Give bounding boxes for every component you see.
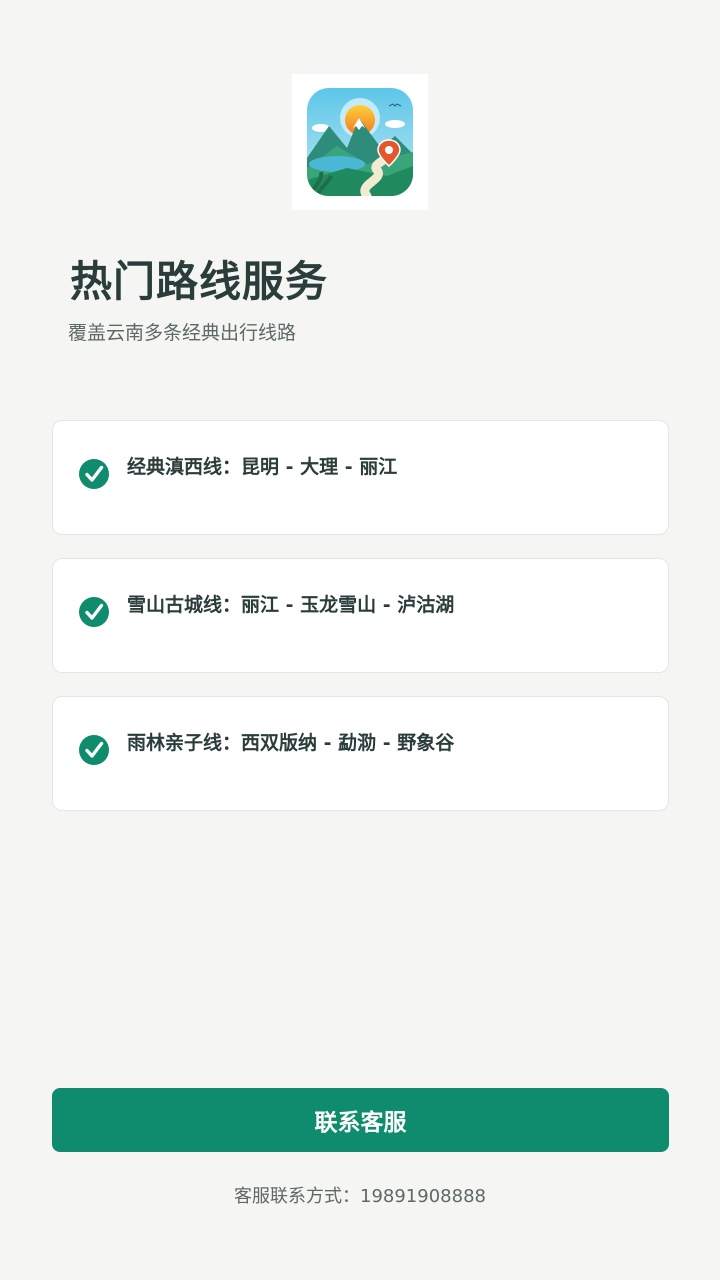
check-circle-icon (79, 597, 109, 627)
contact-support-button[interactable]: 联系客服 (52, 1088, 669, 1152)
route-list: 经典滇西线：昆明 - 大理 - 丽江 雪山古城线：丽江 - 玉龙雪山 - 泸沽湖… (52, 420, 669, 834)
page-title: 热门路线服务 (70, 257, 329, 306)
mountain-route-map-pin-icon (307, 88, 413, 196)
check-circle-icon (79, 459, 109, 489)
route-card[interactable]: 雪山古城线：丽江 - 玉龙雪山 - 泸沽湖 (52, 558, 669, 673)
route-label: 经典滇西线：昆明 - 大理 - 丽江 (127, 456, 398, 478)
app-logo (292, 74, 428, 210)
page-subtitle: 覆盖云南多条经典出行线路 (68, 322, 297, 344)
page: 热门路线服务 覆盖云南多条经典出行线路 经典滇西线：昆明 - 大理 - 丽江 雪… (0, 0, 720, 1280)
route-label: 雪山古城线：丽江 - 玉龙雪山 - 泸沽湖 (127, 594, 455, 616)
route-label: 雨林亲子线：西双版纳 - 勐泐 - 野象谷 (127, 732, 455, 754)
route-card[interactable]: 经典滇西线：昆明 - 大理 - 丽江 (52, 420, 669, 535)
check-circle-icon (79, 735, 109, 765)
contact-phone-text: 客服联系方式：19891908888 (234, 1186, 486, 1207)
route-card[interactable]: 雨林亲子线：西双版纳 - 勐泐 - 野象谷 (52, 696, 669, 811)
